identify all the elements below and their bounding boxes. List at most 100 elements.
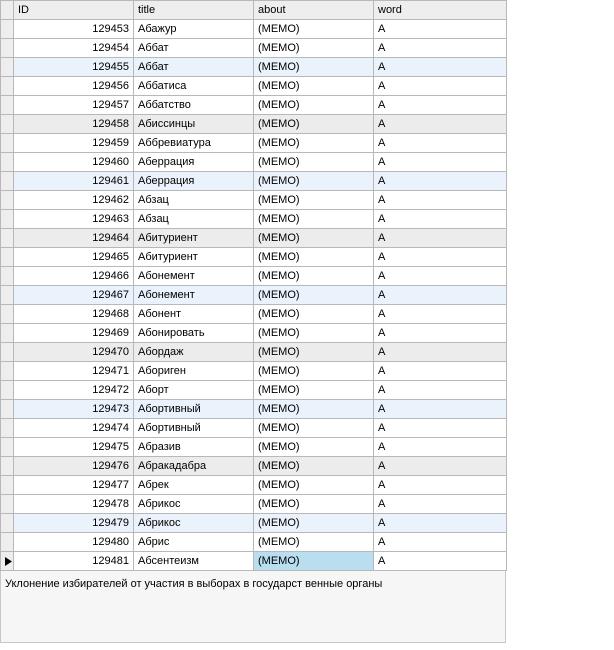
cell-about[interactable]: (MEMO) bbox=[254, 134, 374, 153]
cell-id[interactable]: 129459 bbox=[14, 134, 134, 153]
cell-title[interactable]: Абортивный bbox=[134, 400, 254, 419]
cell-title[interactable]: Абонемент bbox=[134, 267, 254, 286]
cell-id[interactable]: 129457 bbox=[14, 96, 134, 115]
header-about[interactable]: about bbox=[254, 1, 374, 20]
cell-title[interactable]: Абсентеизм bbox=[134, 552, 254, 571]
cell-title[interactable]: Абзац bbox=[134, 191, 254, 210]
cell-about[interactable]: (MEMO) bbox=[254, 191, 374, 210]
table-row[interactable]: 129469Абонировать(MEMO)А bbox=[1, 324, 507, 343]
cell-about[interactable]: (MEMO) bbox=[254, 438, 374, 457]
cell-id[interactable]: 129456 bbox=[14, 77, 134, 96]
cell-title[interactable]: Абрикос bbox=[134, 495, 254, 514]
table-row[interactable]: 129459Аббревиатура(MEMO)А bbox=[1, 134, 507, 153]
cell-about[interactable]: (MEMO) bbox=[254, 476, 374, 495]
cell-about[interactable]: (MEMO) bbox=[254, 96, 374, 115]
cell-about[interactable]: (MEMO) bbox=[254, 115, 374, 134]
cell-about[interactable]: (MEMO) bbox=[254, 362, 374, 381]
cell-id[interactable]: 129471 bbox=[14, 362, 134, 381]
cell-title[interactable]: Аббат bbox=[134, 39, 254, 58]
cell-id[interactable]: 129454 bbox=[14, 39, 134, 58]
header-id[interactable]: ID bbox=[14, 1, 134, 20]
table-row[interactable]: 129461Аберрация(MEMO)А bbox=[1, 172, 507, 191]
cell-about[interactable]: (MEMO) bbox=[254, 495, 374, 514]
table-row[interactable]: 129457Аббатство(MEMO)А bbox=[1, 96, 507, 115]
cell-id[interactable]: 129460 bbox=[14, 153, 134, 172]
table-row[interactable]: 129468Абонент(MEMO)А bbox=[1, 305, 507, 324]
cell-about[interactable]: (MEMO) bbox=[254, 58, 374, 77]
cell-word[interactable]: А bbox=[374, 58, 507, 77]
table-row[interactable]: 129463Абзац(MEMO)А bbox=[1, 210, 507, 229]
cell-about[interactable]: (MEMO) bbox=[254, 77, 374, 96]
cell-title[interactable]: Аббревиатура bbox=[134, 134, 254, 153]
cell-id[interactable]: 129476 bbox=[14, 457, 134, 476]
cell-about[interactable]: (MEMO) bbox=[254, 381, 374, 400]
table-row[interactable]: 129477Абрек(MEMO)А bbox=[1, 476, 507, 495]
cell-title[interactable]: Абонемент bbox=[134, 286, 254, 305]
cell-title[interactable]: Абракадабра bbox=[134, 457, 254, 476]
cell-word[interactable]: А bbox=[374, 419, 507, 438]
cell-word[interactable]: А bbox=[374, 134, 507, 153]
cell-word[interactable]: А bbox=[374, 400, 507, 419]
cell-title[interactable]: Абитуриент bbox=[134, 229, 254, 248]
table-row[interactable]: 129465Абитуриент(MEMO)А bbox=[1, 248, 507, 267]
cell-about[interactable]: (MEMO) bbox=[254, 20, 374, 39]
table-row[interactable]: 129458Абиссинцы(MEMO)А bbox=[1, 115, 507, 134]
cell-word[interactable]: А bbox=[374, 77, 507, 96]
cell-word[interactable]: А bbox=[374, 457, 507, 476]
cell-title[interactable]: Аббатство bbox=[134, 96, 254, 115]
cell-id[interactable]: 129467 bbox=[14, 286, 134, 305]
table-row[interactable]: 129473Абортивный(MEMO)А bbox=[1, 400, 507, 419]
cell-about[interactable]: (MEMO) bbox=[254, 400, 374, 419]
cell-about[interactable]: (MEMO) bbox=[254, 267, 374, 286]
table-row[interactable]: 129470Абордаж(MEMO)А bbox=[1, 343, 507, 362]
cell-about[interactable]: (MEMO) bbox=[254, 229, 374, 248]
cell-word[interactable]: А bbox=[374, 495, 507, 514]
table-row[interactable]: 129480Абрис(MEMO)А bbox=[1, 533, 507, 552]
cell-word[interactable]: А bbox=[374, 20, 507, 39]
cell-id[interactable]: 129468 bbox=[14, 305, 134, 324]
cell-title[interactable]: Абонировать bbox=[134, 324, 254, 343]
cell-word[interactable]: А bbox=[374, 343, 507, 362]
data-grid[interactable]: ID title about word 129453Абажур(MEMO)А1… bbox=[0, 0, 507, 571]
cell-id[interactable]: 129466 bbox=[14, 267, 134, 286]
cell-about[interactable]: (MEMO) bbox=[254, 533, 374, 552]
header-title[interactable]: title bbox=[134, 1, 254, 20]
cell-about[interactable]: (MEMO) bbox=[254, 39, 374, 58]
cell-about[interactable]: (MEMO) bbox=[254, 286, 374, 305]
table-row[interactable]: 129475Абразив(MEMO)А bbox=[1, 438, 507, 457]
cell-about[interactable]: (MEMO) bbox=[254, 305, 374, 324]
cell-about[interactable]: (MEMO) bbox=[254, 172, 374, 191]
cell-word[interactable]: А bbox=[374, 476, 507, 495]
cell-title[interactable]: Абориген bbox=[134, 362, 254, 381]
cell-title[interactable]: Абонент bbox=[134, 305, 254, 324]
cell-word[interactable]: А bbox=[374, 362, 507, 381]
cell-about[interactable]: (MEMO) bbox=[254, 248, 374, 267]
cell-about[interactable]: (MEMO) bbox=[254, 419, 374, 438]
cell-id[interactable]: 129469 bbox=[14, 324, 134, 343]
cell-id[interactable]: 129470 bbox=[14, 343, 134, 362]
cell-word[interactable]: А bbox=[374, 438, 507, 457]
table-row[interactable]: 129481Абсентеизм(MEMO)А bbox=[1, 552, 507, 571]
table-row[interactable]: 129464Абитуриент(MEMO)А bbox=[1, 229, 507, 248]
cell-title[interactable]: Аббат bbox=[134, 58, 254, 77]
cell-title[interactable]: Абрек bbox=[134, 476, 254, 495]
header-word[interactable]: word bbox=[374, 1, 507, 20]
cell-title[interactable]: Аборт bbox=[134, 381, 254, 400]
table-row[interactable]: 129471Абориген(MEMO)А bbox=[1, 362, 507, 381]
cell-id[interactable]: 129480 bbox=[14, 533, 134, 552]
cell-about[interactable]: (MEMO) bbox=[254, 153, 374, 172]
table-row[interactable]: 129454Аббат(MEMO)А bbox=[1, 39, 507, 58]
cell-word[interactable]: А bbox=[374, 305, 507, 324]
table-row[interactable]: 129455Аббат(MEMO)А bbox=[1, 58, 507, 77]
table-row[interactable]: 129478Абрикос(MEMO)А bbox=[1, 495, 507, 514]
cell-about[interactable]: (MEMO) bbox=[254, 552, 374, 571]
cell-title[interactable]: Абрикос bbox=[134, 514, 254, 533]
cell-word[interactable]: А bbox=[374, 191, 507, 210]
cell-id[interactable]: 129473 bbox=[14, 400, 134, 419]
cell-id[interactable]: 129481 bbox=[14, 552, 134, 571]
cell-id[interactable]: 129455 bbox=[14, 58, 134, 77]
table-row[interactable]: 129479Абрикос(MEMO)А bbox=[1, 514, 507, 533]
cell-about[interactable]: (MEMO) bbox=[254, 514, 374, 533]
cell-word[interactable]: А bbox=[374, 39, 507, 58]
table-row[interactable]: 129456Аббатиса(MEMO)А bbox=[1, 77, 507, 96]
